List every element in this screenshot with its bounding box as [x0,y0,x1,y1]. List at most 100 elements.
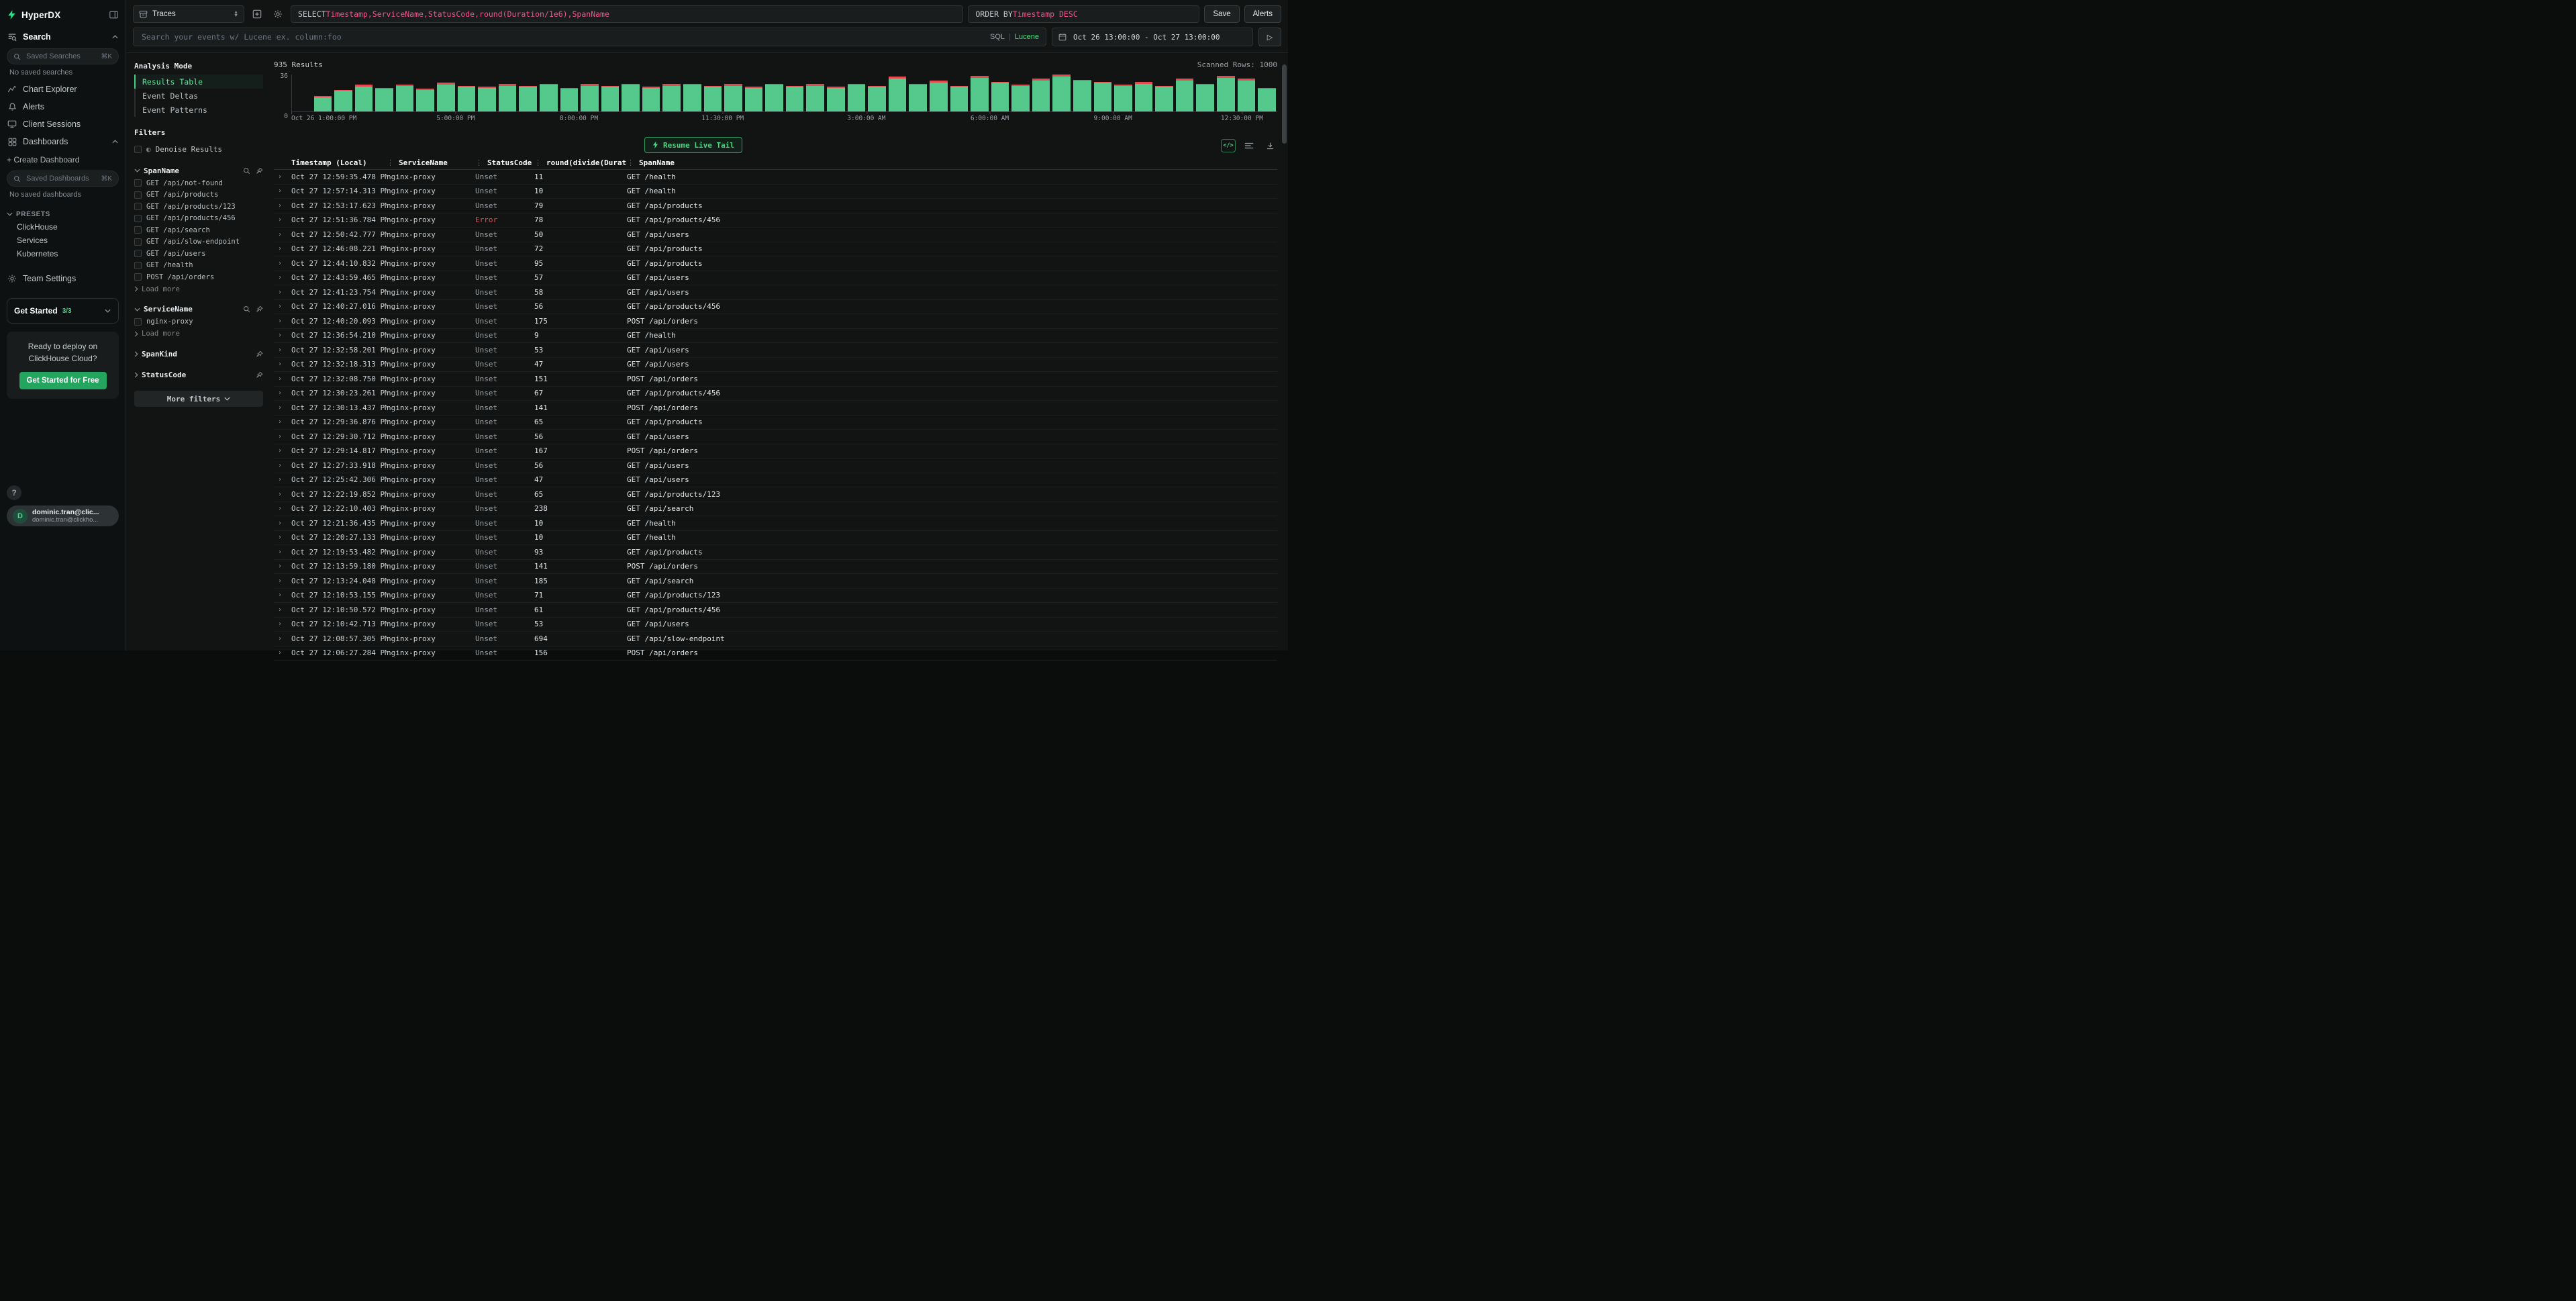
chart-bar[interactable] [334,75,352,111]
row-expand-icon[interactable]: › [274,289,291,296]
row-expand-icon[interactable]: › [274,520,291,527]
table-row[interactable]: ›Oct 27 12:59:35.478 PMnginx-proxyUnset1… [274,170,1277,185]
chart-bar[interactable] [375,75,393,111]
sql-select-editor[interactable]: SELECT Timestamp,ServiceName,StatusCode,… [291,5,963,23]
row-expand-icon[interactable]: › [274,548,291,556]
save-button[interactable]: Save [1204,5,1239,23]
chart-bar[interactable] [745,75,763,111]
table-row[interactable]: ›Oct 27 12:19:53.482 PMnginx-proxyUnset9… [274,545,1277,560]
chart-bar[interactable] [1114,75,1132,111]
denoise-results-toggle[interactable]: ◐ Denoise Results [134,142,263,156]
more-filters-button[interactable]: More filters [134,391,263,407]
get-started-free-button[interactable]: Get Started for Free [19,372,107,389]
preset-item-clickhouse[interactable]: ClickHouse [7,220,119,234]
chart-bar[interactable] [1094,75,1112,111]
chart-bar[interactable] [806,75,824,111]
chart-bar[interactable] [991,75,1009,111]
search-icon[interactable] [243,167,250,175]
chart-bar[interactable] [950,75,969,111]
chart-bar[interactable] [1052,75,1071,111]
table-row[interactable]: ›Oct 27 12:10:53.155 PMnginx-proxyUnset7… [274,589,1277,604]
checkbox[interactable] [134,262,142,269]
table-row[interactable]: ›Oct 27 12:22:19.852 PMnginx-proxyUnset6… [274,487,1277,502]
row-expand-icon[interactable]: › [274,433,291,440]
chart-bar[interactable] [1176,75,1194,111]
chart-bar[interactable] [581,75,599,111]
row-expand-icon[interactable]: › [274,389,291,397]
row-expand-icon[interactable]: › [274,303,291,310]
chart-bar[interactable] [355,75,373,111]
row-expand-icon[interactable]: › [274,491,291,498]
pin-icon[interactable] [256,167,263,175]
query-settings-gear-button[interactable] [270,6,286,22]
checkbox[interactable] [134,226,142,234]
row-expand-icon[interactable]: › [274,187,291,195]
filter-item[interactable]: GET /api/products [134,189,263,201]
date-range-picker[interactable] [1052,28,1253,46]
row-expand-icon[interactable]: › [274,318,291,325]
chart-bar[interactable] [293,75,311,111]
row-expand-icon[interactable]: › [274,620,291,628]
table-row[interactable]: ›Oct 27 12:21:36.435 PMnginx-proxyUnset1… [274,516,1277,531]
table-row[interactable]: ›Oct 27 12:32:58.201 PMnginx-proxyUnset5… [274,343,1277,358]
row-expand-icon[interactable]: › [274,231,291,238]
filter-group-spanname[interactable]: SpanName [134,164,263,177]
row-expand-icon[interactable]: › [274,274,291,281]
analysis-mode-event-deltas[interactable]: Event Deltas [134,89,263,103]
row-expand-icon[interactable]: › [274,173,291,181]
row-expand-icon[interactable]: › [274,476,291,483]
column-header-servicename[interactable]: ServiceName [387,158,475,167]
table-row[interactable]: ›Oct 27 12:29:14.817 PMnginx-proxyUnset1… [274,444,1277,459]
event-search-input[interactable] [140,32,985,42]
column-header-statuscode[interactable]: StatusCode [475,158,534,167]
query-language-toggle[interactable]: SQL | Lucene [990,33,1039,41]
chart-bar[interactable] [1135,75,1153,111]
row-expand-icon[interactable]: › [274,635,291,642]
pin-icon[interactable] [256,305,263,313]
presets-toggle[interactable]: PRESETS [7,208,119,220]
row-expand-icon[interactable]: › [274,577,291,585]
table-row[interactable]: ›Oct 27 12:53:17.623 PMnginx-proxyUnset7… [274,199,1277,213]
table-row[interactable]: ›Oct 27 12:57:14.313 PMnginx-proxyUnset1… [274,185,1277,199]
row-expand-icon[interactable]: › [274,447,291,454]
chart-bar[interactable] [314,75,332,111]
checkbox[interactable] [134,146,142,153]
chart-bar[interactable] [1238,75,1256,111]
pin-icon[interactable] [256,350,263,358]
table-row[interactable]: ›Oct 27 12:40:20.093 PMnginx-proxyUnset1… [274,314,1277,329]
chart-bar[interactable] [1011,75,1030,111]
chart-bar[interactable] [1073,75,1091,111]
column-header-spanname[interactable]: SpanName [627,158,1277,167]
row-expand-icon[interactable]: › [274,245,291,252]
analysis-mode-results-table[interactable]: Results Table [134,75,263,89]
chart-bar[interactable] [848,75,866,111]
filter-item[interactable]: GET /api/slow-endpoint [134,236,263,248]
chart-bar[interactable] [909,75,927,111]
sql-orderby-editor[interactable]: ORDER BY Timestamp DESC [968,5,1199,23]
sidebar-item-team-settings[interactable]: Team Settings [7,270,119,287]
chart-bar[interactable] [601,75,620,111]
table-row[interactable]: ›Oct 27 12:32:18.313 PMnginx-proxyUnset4… [274,358,1277,373]
sidebar-item-chart-explorer[interactable]: Chart Explorer [7,81,119,98]
table-row[interactable]: ›Oct 27 12:44:10.832 PMnginx-proxyUnset9… [274,256,1277,271]
table-row[interactable]: ›Oct 27 12:41:23.754 PMnginx-proxyUnset5… [274,285,1277,300]
row-expand-icon[interactable]: › [274,346,291,354]
table-row[interactable]: ›Oct 27 12:32:08.750 PMnginx-proxyUnset1… [274,372,1277,387]
chart-bar[interactable] [1196,75,1214,111]
event-search-box[interactable]: SQL | Lucene [133,28,1046,46]
filter-group-spankind[interactable]: SpanKind [134,347,263,360]
row-expand-icon[interactable]: › [274,375,291,383]
chart-bar[interactable] [889,75,907,111]
chart-bar[interactable] [765,75,783,111]
row-expand-icon[interactable]: › [274,216,291,224]
date-range-value[interactable] [1072,32,1246,42]
chart-bar[interactable] [786,75,804,111]
checkbox[interactable] [134,238,142,246]
table-row[interactable]: ›Oct 27 12:27:33.918 PMnginx-proxyUnset5… [274,459,1277,473]
table-row[interactable]: ›Oct 27 12:36:54.210 PMnginx-proxyUnset9… [274,329,1277,344]
analysis-mode-event-patterns[interactable]: Event Patterns [134,103,263,117]
chart-bar[interactable] [519,75,537,111]
column-header-timestamp[interactable]: Timestamp (Local) [291,158,387,167]
sql-mode-option[interactable]: SQL [990,33,1005,41]
row-expand-icon[interactable]: › [274,418,291,426]
